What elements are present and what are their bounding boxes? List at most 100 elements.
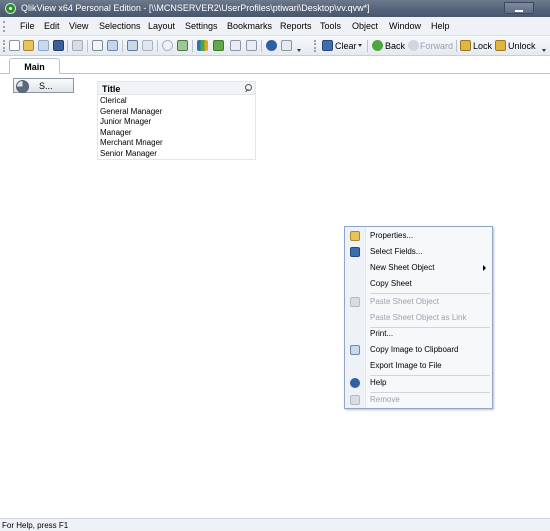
status-bar: For Help, press F1 bbox=[0, 518, 550, 531]
title-listbox[interactable]: Title Clerical General Manager Junior Mn… bbox=[97, 81, 256, 160]
context-item-paste-sheet-object-as-link: Paste Sheet Object as Link bbox=[345, 310, 492, 326]
list-item[interactable]: Junior Mnager bbox=[100, 117, 163, 128]
list-item[interactable]: Clerical bbox=[100, 96, 163, 107]
toolbar-overflow-chevron-icon[interactable] bbox=[542, 49, 546, 53]
clear-dropdown-chevron-icon[interactable] bbox=[358, 44, 362, 48]
clear-selections-icon[interactable] bbox=[322, 40, 333, 51]
properties-icon[interactable] bbox=[230, 40, 241, 51]
context-menu: Properties... Select Fields... New Sheet… bbox=[344, 226, 493, 409]
context-item-label: Copy Sheet bbox=[370, 279, 412, 288]
menu-selections[interactable]: Selections bbox=[99, 21, 141, 31]
list-item[interactable]: Manager bbox=[100, 128, 163, 139]
toolbar-separator bbox=[192, 40, 193, 52]
context-item-export-image[interactable]: Export Image to File bbox=[345, 358, 492, 374]
context-item-select-fields[interactable]: Select Fields... bbox=[345, 244, 492, 260]
menu-edit[interactable]: Edit bbox=[44, 21, 60, 31]
menubar-grip-handle[interactable] bbox=[3, 21, 5, 32]
remove-icon bbox=[350, 395, 360, 405]
list-item[interactable]: General Manager bbox=[100, 107, 163, 118]
listbox-values: Clerical General Manager Junior Mnager M… bbox=[100, 96, 163, 159]
reload-data-icon[interactable] bbox=[107, 40, 118, 51]
context-item-print[interactable]: Print... bbox=[345, 326, 492, 342]
context-item-label: Paste Sheet Object bbox=[370, 297, 439, 306]
toolbar-separator bbox=[67, 40, 68, 52]
toolbar-separator bbox=[87, 40, 88, 52]
properties-icon bbox=[350, 231, 360, 241]
help-icon bbox=[350, 378, 360, 388]
menu-settings[interactable]: Settings bbox=[185, 21, 218, 31]
menu-bookmarks[interactable]: Bookmarks bbox=[227, 21, 272, 31]
forward-arrow-icon bbox=[408, 40, 419, 51]
context-item-label: Paste Sheet Object as Link bbox=[370, 313, 467, 322]
context-item-copy-image[interactable]: Copy Image to Clipboard bbox=[345, 342, 492, 358]
toolbar-overflow-chevron-icon[interactable] bbox=[297, 49, 301, 53]
toolbar-separator bbox=[367, 40, 368, 52]
reload-icon[interactable] bbox=[38, 40, 49, 51]
context-item-label: New Sheet Object bbox=[370, 263, 435, 272]
menu-window[interactable]: Window bbox=[389, 21, 421, 31]
listbox-header[interactable]: Title bbox=[98, 82, 255, 95]
context-help-icon[interactable] bbox=[281, 40, 292, 51]
new-doc-icon[interactable] bbox=[9, 40, 20, 51]
chart-wizard-icon[interactable] bbox=[197, 40, 208, 51]
context-item-paste-sheet-object: Paste Sheet Object bbox=[345, 294, 492, 310]
edit-script-icon[interactable] bbox=[92, 40, 103, 51]
context-item-copy-sheet[interactable]: Copy Sheet bbox=[345, 276, 492, 292]
unlock-icon[interactable] bbox=[495, 40, 506, 51]
minimize-button[interactable] bbox=[504, 2, 534, 14]
redo-icon[interactable] bbox=[142, 40, 153, 51]
toolbar: Clear Back Forward Lock Unlock bbox=[0, 36, 550, 56]
toolbar-grip-handle[interactable] bbox=[3, 40, 5, 52]
context-item-remove: Remove bbox=[345, 392, 492, 408]
pie-chart-icon bbox=[16, 80, 29, 93]
layout-icon[interactable] bbox=[246, 40, 257, 51]
context-item-help[interactable]: Help bbox=[345, 375, 492, 391]
qlikview-app-icon[interactable] bbox=[5, 3, 16, 14]
back-button[interactable]: Back bbox=[385, 41, 405, 51]
undo-icon[interactable] bbox=[127, 40, 138, 51]
submenu-arrow-icon bbox=[483, 265, 486, 271]
menu-help[interactable]: Help bbox=[431, 21, 450, 31]
context-item-label: Help bbox=[370, 378, 387, 387]
context-item-label: Print... bbox=[370, 329, 394, 338]
save-icon[interactable] bbox=[53, 40, 64, 51]
minimized-object-label: S... bbox=[39, 81, 53, 91]
menu-object[interactable]: Object bbox=[352, 21, 378, 31]
status-text: For Help, press F1 bbox=[2, 521, 69, 530]
list-item[interactable]: Merchant Mnager bbox=[100, 138, 163, 149]
context-item-new-sheet-object[interactable]: New Sheet Object bbox=[345, 260, 492, 276]
clear-button[interactable]: Clear bbox=[335, 41, 357, 51]
toolbar-separator bbox=[261, 40, 262, 52]
bookmark-star-icon[interactable] bbox=[213, 40, 224, 51]
menu-layout[interactable]: Layout bbox=[148, 21, 175, 31]
context-item-label: Copy Image to Clipboard bbox=[370, 345, 459, 354]
print-icon[interactable] bbox=[72, 40, 83, 51]
toolbar-separator bbox=[122, 40, 123, 52]
tab-main[interactable]: Main bbox=[9, 58, 60, 75]
menu-reports[interactable]: Reports bbox=[280, 21, 312, 31]
open-folder-icon[interactable] bbox=[23, 40, 34, 51]
context-item-label: Remove bbox=[370, 395, 400, 404]
context-item-label: Properties... bbox=[370, 231, 414, 240]
lock-icon[interactable] bbox=[460, 40, 471, 51]
menu-file[interactable]: File bbox=[20, 21, 35, 31]
lock-button[interactable]: Lock bbox=[473, 41, 492, 51]
listbox-title: Title bbox=[102, 84, 121, 94]
minimized-chart-object[interactable]: S... bbox=[13, 78, 74, 93]
forward-button: Forward bbox=[420, 41, 454, 51]
toolbar-separator bbox=[157, 40, 158, 52]
search-icon[interactable] bbox=[244, 84, 252, 92]
unlock-button[interactable]: Unlock bbox=[508, 41, 536, 51]
toolbar-grip-handle[interactable] bbox=[314, 40, 316, 52]
back-arrow-icon[interactable] bbox=[372, 40, 383, 51]
menu-view[interactable]: View bbox=[69, 21, 88, 31]
search-icon[interactable] bbox=[162, 40, 173, 51]
title-bar: QlikView x64 Personal Edition - [\\MCNSE… bbox=[0, 0, 550, 17]
sheet-tab-bar: Main bbox=[0, 56, 550, 75]
select-fields-icon[interactable] bbox=[177, 40, 188, 51]
menu-tools[interactable]: Tools bbox=[320, 21, 341, 31]
context-item-properties[interactable]: Properties... bbox=[345, 228, 492, 244]
context-item-label: Export Image to File bbox=[370, 361, 442, 370]
help-icon[interactable] bbox=[266, 40, 277, 51]
list-item[interactable]: Senior Manager bbox=[100, 149, 163, 160]
